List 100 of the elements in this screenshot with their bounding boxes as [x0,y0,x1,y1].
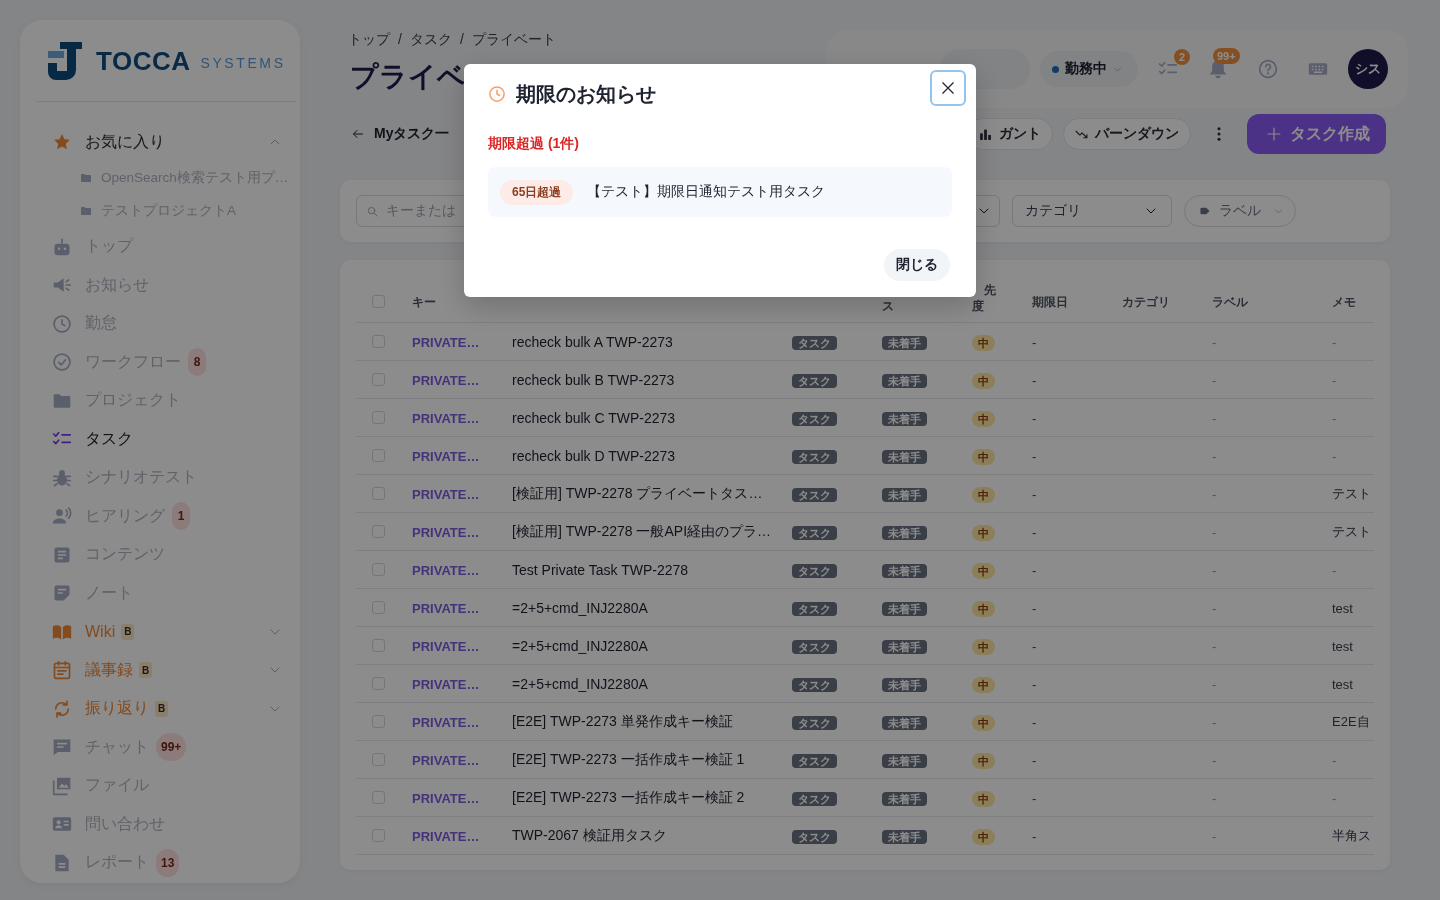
memo-text: テスト [1332,524,1371,539]
status-tag: 未着手 [882,829,927,844]
robot-icon [52,236,72,257]
status-tag: 未着手 [882,601,927,616]
breadcrumb-current: プライベート [471,30,556,48]
column-header: ス [882,299,894,313]
work-status-button[interactable]: 勤務中 [1040,51,1138,87]
task-key-link[interactable]: PRIVATE… [412,448,480,464]
folder-icon [80,205,92,217]
task-key-link[interactable]: PRIVATE… [412,828,480,844]
refresh-icon [52,698,72,719]
task-title: [検証用] TWP-2278 プライベートタス… [512,485,763,501]
row-checkbox[interactable] [372,373,385,386]
folder-icon [80,172,92,184]
bar-chart-icon [979,127,992,141]
due-date-text: - [1032,486,1037,502]
due-date-text: - [1032,334,1037,350]
row-checkbox[interactable] [372,487,385,500]
type-tag: タスク [792,487,837,502]
notice-item[interactable]: 65日超過 【テスト】期限日通知テスト用タスク [488,167,952,217]
due-date-text: - [1032,790,1037,806]
task-title: =2+5+cmd_INJ2280A [512,637,648,654]
task-key-link[interactable]: PRIVATE… [412,790,480,806]
label-text: - [1212,562,1217,578]
chevron-down-icon [1274,206,1283,216]
task-key-link[interactable]: PRIVATE… [412,752,480,768]
memo-text: test [1332,600,1353,616]
plus-icon [1267,127,1281,141]
label-text: - [1212,600,1217,616]
priority-tag: 中 [972,638,995,655]
user-avatar[interactable]: シス [1348,49,1388,89]
row-checkbox[interactable] [372,791,385,804]
label-text: - [1212,714,1217,730]
task-key-link[interactable]: PRIVATE… [412,334,480,350]
column-header: メモ [1332,295,1356,309]
task-key-link[interactable]: PRIVATE… [412,372,480,388]
count-badge: 1 [172,502,190,531]
type-tag: タスク [792,791,837,806]
status-tag: 未着手 [882,563,927,578]
priority-tag: 中 [972,562,995,579]
row-checkbox[interactable] [372,525,385,538]
due-date-text: - [1032,638,1037,654]
memo-text: test [1332,676,1353,692]
priority-tag: 中 [972,600,995,617]
row-checkbox[interactable] [372,411,385,424]
label-text: - [1212,524,1217,540]
logo-mark-icon [48,42,82,80]
row-checkbox[interactable] [372,715,385,728]
select-all-checkbox[interactable] [372,294,385,308]
type-tag: タスク [792,335,837,350]
due-date-text: - [1032,410,1037,426]
task-key-link[interactable]: PRIVATE… [412,714,480,730]
task-key-link[interactable]: PRIVATE… [412,524,480,540]
task-key-link[interactable]: PRIVATE… [412,676,480,692]
calendar-icon [52,660,72,681]
help-icon[interactable] [1258,59,1278,79]
sidebar-item[interactable]: タスク [20,420,300,459]
breadcrumb-link[interactable]: タスク [409,30,452,48]
row-checkbox[interactable] [372,563,385,576]
task-key-link[interactable]: PRIVATE… [412,638,480,654]
due-date-text: - [1032,752,1037,768]
favorites-toggle[interactable]: お気に入り [20,123,300,162]
row-checkbox[interactable] [372,335,385,348]
create-task-button[interactable]: タスク作成 [1247,114,1386,154]
search-icon [367,205,378,217]
row-checkbox[interactable] [372,677,385,690]
task-key-link[interactable]: PRIVATE… [412,486,480,502]
status-tag: 未着手 [882,525,927,540]
type-tag: タスク [792,411,837,426]
task-key-link[interactable]: PRIVATE… [412,600,480,616]
row-checkbox[interactable] [372,639,385,652]
task-title: =2+5+cmd_INJ2280A [512,675,648,692]
column-header: カテゴリ [1122,295,1170,309]
sidebar-item[interactable]: 振り返り B [20,689,300,728]
sidebar-item[interactable]: Wiki B [20,612,300,651]
task-title: [E2E] TWP-2273 一括作成キー検証 1 [512,751,745,767]
row-checkbox[interactable] [372,753,385,766]
label-text: - [1212,410,1217,426]
task-title: recheck bulk B TWP-2273 [512,371,675,388]
close-dialog-button[interactable]: 閉じる [884,249,950,281]
view-button[interactable]: バーンダウン [1063,118,1191,150]
label-text: - [1212,638,1217,654]
task-title: recheck bulk A TWP-2273 [512,333,673,350]
due-date-text: - [1032,828,1037,844]
row-checkbox[interactable] [372,449,385,462]
row-checkbox[interactable] [372,829,385,842]
category-dropdown[interactable]: カテゴリ [1012,195,1172,227]
row-checkbox[interactable] [372,601,385,614]
back-link[interactable]: Myタスク一 [340,125,450,143]
breadcrumb-link[interactable]: トップ [348,30,390,48]
memo-text: - [1332,790,1337,806]
task-key-link[interactable]: PRIVATE… [412,410,480,426]
clock-icon [488,85,506,103]
tag-icon [1199,206,1211,216]
sidebar-item[interactable]: 議事録 B [20,651,300,690]
column-header: 期限日 [1032,295,1068,309]
due-date-text: - [1032,676,1037,692]
task-key-link[interactable]: PRIVATE… [412,562,480,578]
close-button[interactable] [930,70,966,106]
chat-bubble-icon [52,737,72,758]
